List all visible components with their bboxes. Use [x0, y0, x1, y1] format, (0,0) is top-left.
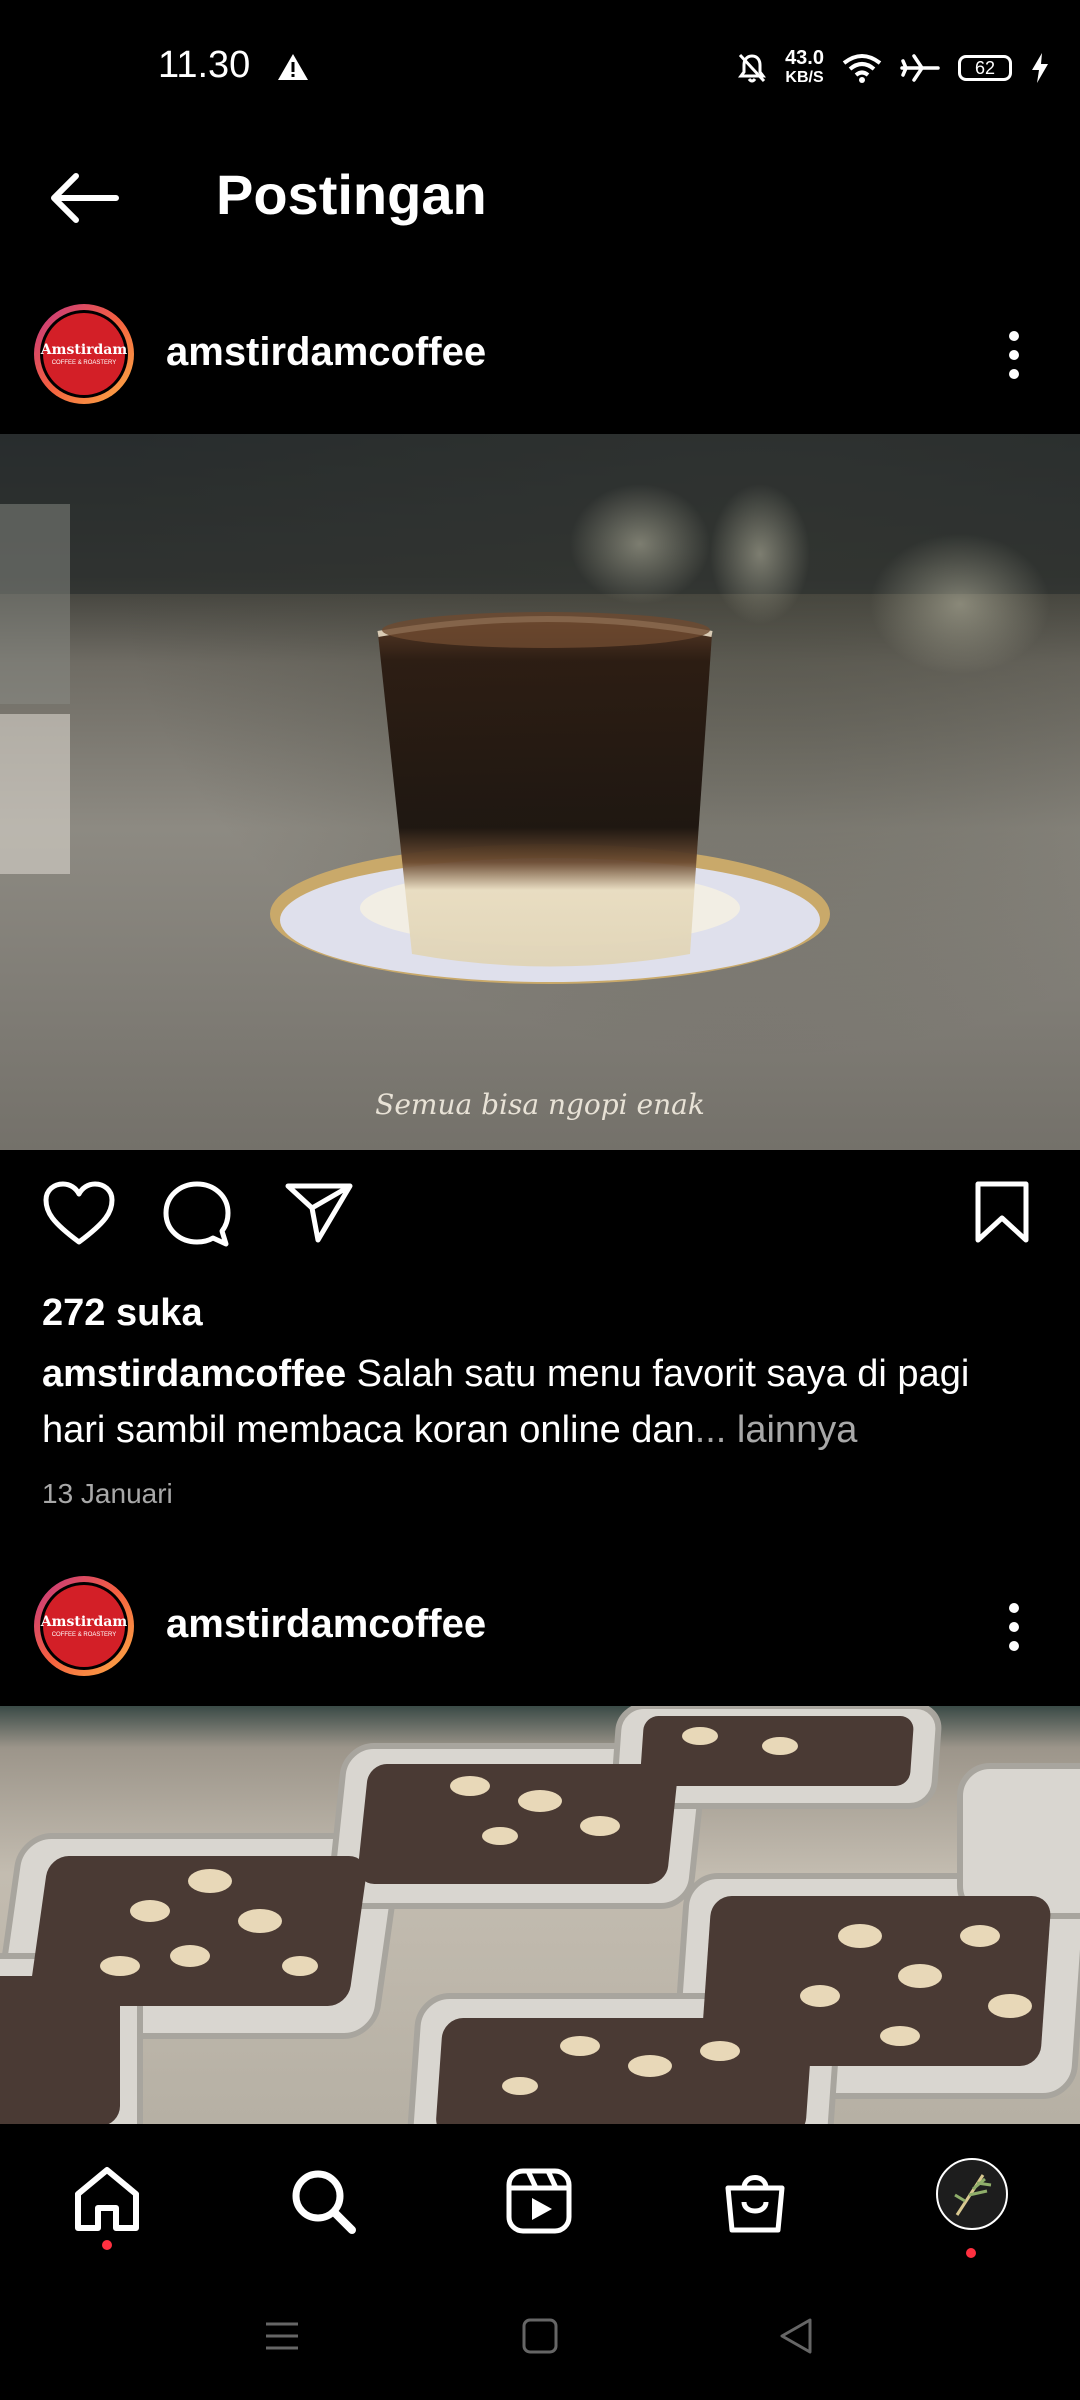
system-nav-bar: [0, 2274, 1080, 2400]
caption-username[interactable]: amstirdamcoffee: [42, 1353, 346, 1395]
back-arrow-icon[interactable]: [48, 170, 120, 226]
brownies-photo: [0, 1706, 1080, 2124]
bamboo-icon: [954, 2174, 992, 2216]
charging-icon: [1032, 53, 1048, 83]
page-title: Postingan: [216, 163, 487, 226]
back-triangle-icon[interactable]: [776, 2316, 816, 2356]
avatar[interactable]: Amstirdam COFFEE & ROASTERY: [34, 304, 134, 404]
like-heart-icon[interactable]: [42, 1180, 116, 1248]
status-icons: 43.0 KB/S 62: [737, 48, 1050, 88]
warning-icon: [278, 54, 308, 80]
share-send-icon[interactable]: [284, 1180, 354, 1244]
avatar[interactable]: Amstirdam COFFEE & ROASTERY: [34, 1576, 134, 1676]
home-notification-dot: [102, 2240, 112, 2250]
caption-more-link[interactable]: ... lainnya: [695, 1409, 858, 1451]
status-time: 11.30: [158, 44, 251, 86]
reels-icon[interactable]: [504, 2166, 574, 2236]
post-username[interactable]: amstirdamcoffee: [166, 330, 486, 375]
mute-icon: [738, 53, 767, 83]
status-bar: 11.30 43.0 KB/S 62: [0, 0, 1080, 120]
bookmark-icon[interactable]: [974, 1180, 1030, 1244]
menu-icon[interactable]: [262, 2316, 302, 2356]
profile-avatar[interactable]: [936, 2158, 1008, 2230]
wifi-icon: [842, 54, 882, 83]
post-username[interactable]: amstirdamcoffee: [166, 1602, 486, 1647]
battery-icon: 62: [958, 55, 1012, 81]
image-caption: Semua bisa ngopi enak: [375, 1088, 705, 1121]
bottom-nav: [0, 2124, 1080, 2274]
comment-icon[interactable]: [162, 1180, 232, 1250]
home-square-icon[interactable]: [520, 2316, 560, 2356]
post-date: 13 Januari: [42, 1478, 173, 1509]
post-image[interactable]: [0, 1706, 1080, 2124]
net-speed: 43.0 KB/S: [785, 47, 824, 86]
coffee-glass-photo: [0, 434, 1080, 984]
airplane-icon: [900, 54, 940, 82]
post-caption: amstirdamcoffee Salah satu menu favorit …: [42, 1346, 1042, 1458]
more-options-icon[interactable]: [1004, 330, 1024, 380]
profile-notification-dot: [966, 2248, 976, 2258]
brand-logo: Amstirdam COFFEE & ROASTERY: [41, 1585, 127, 1667]
shop-bag-icon[interactable]: [720, 2166, 790, 2236]
post-image[interactable]: Semua bisa ngopi enak: [0, 434, 1080, 1150]
more-options-icon[interactable]: [1004, 1602, 1024, 1652]
search-icon[interactable]: [288, 2166, 358, 2236]
post-actions: [0, 1180, 1080, 1260]
home-icon[interactable]: [72, 2166, 142, 2232]
brand-logo: Amstirdam COFFEE & ROASTERY: [41, 313, 127, 395]
like-count[interactable]: 272 suka: [42, 1292, 203, 1335]
